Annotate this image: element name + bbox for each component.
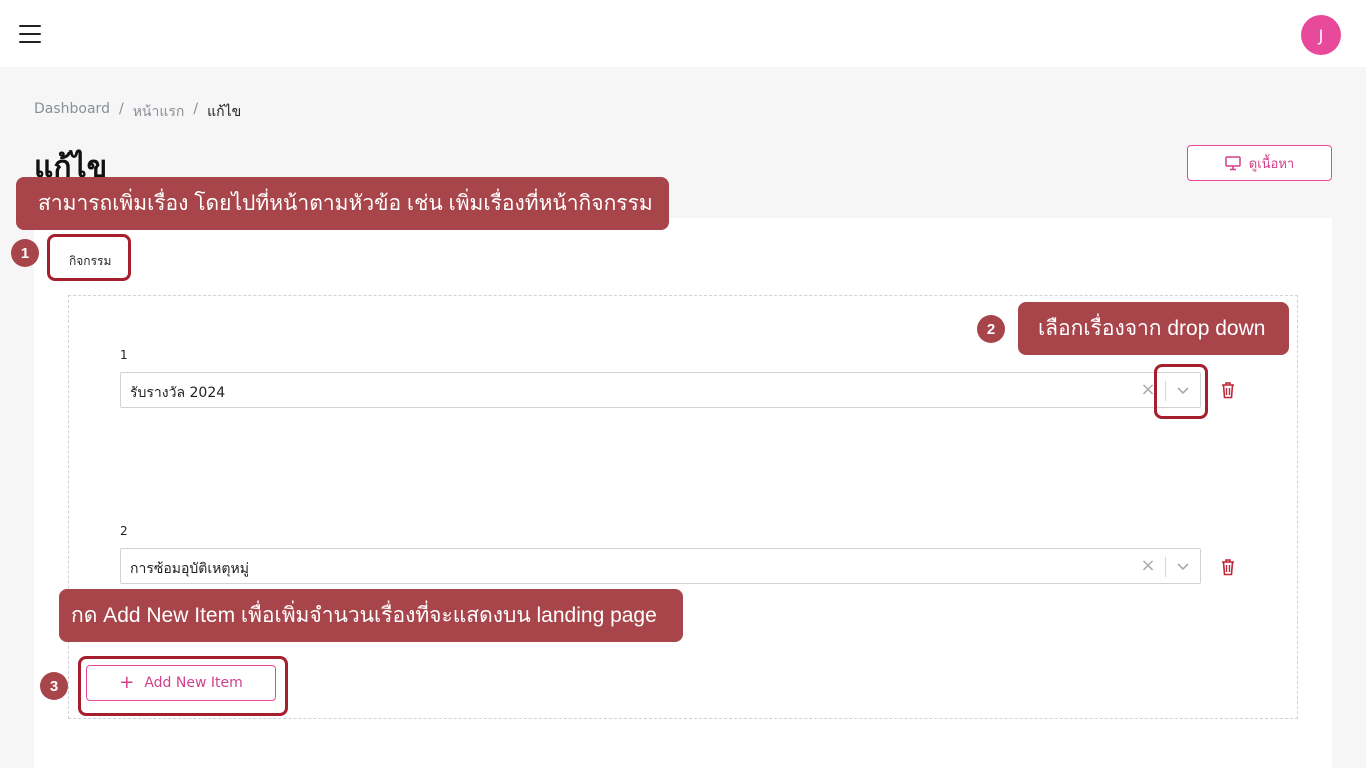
highlight-add-button [78,656,288,716]
step-badge-3: 3 [40,672,68,700]
clear-icon[interactable]: × [1140,554,1156,578]
breadcrumb-item-current: แก้ไข [207,104,242,120]
highlight-section-label [47,234,131,281]
delete-icon[interactable] [1220,381,1236,399]
breadcrumb-item-home[interactable]: หน้าแรก [133,101,185,123]
breadcrumb-separator: / [193,101,199,117]
step-badge-2: 2 [977,315,1005,343]
breadcrumb-item-dashboard[interactable]: Dashboard [34,101,110,123]
user-avatar[interactable]: J [1301,15,1341,55]
monitor-icon [1225,155,1241,170]
item-number: 2 [120,524,128,538]
item-select[interactable]: รับรางวัล 2024 × [120,372,1201,408]
hamburger-menu-icon[interactable] [19,25,41,43]
annotation-callout-3: กด Add New Item เพื่อเพิ่มจำนวนเรื่องที่… [59,589,683,642]
view-content-button[interactable]: ดูเนื้อหา [1187,145,1332,181]
step-badge-1: 1 [11,239,39,267]
breadcrumb: Dashboard / หน้าแรก / แก้ไข [34,101,241,123]
top-bar: J [0,0,1366,67]
chevron-down-icon[interactable] [1175,558,1191,574]
select-separator [1165,557,1166,577]
annotation-callout-2: เลือกเรื่องจาก drop down [1018,302,1289,355]
item-select[interactable]: การซ้อมอุบัติเหตุหมู่ × [120,548,1201,584]
breadcrumb-separator: / [118,101,124,117]
annotation-callout-1: สามารถเพิ่มเรื่อง โดยไปที่หน้าตามหัวข้อ … [16,177,669,230]
item-select-value: รับรางวัล 2024 [130,385,226,401]
highlight-dropdown [1154,364,1208,419]
delete-icon[interactable] [1220,558,1236,576]
item-number: 1 [120,348,128,362]
view-content-label: ดูเนื้อหา [1248,156,1295,172]
item-select-value: การซ้อมอุบัติเหตุหมู่ [130,561,249,577]
